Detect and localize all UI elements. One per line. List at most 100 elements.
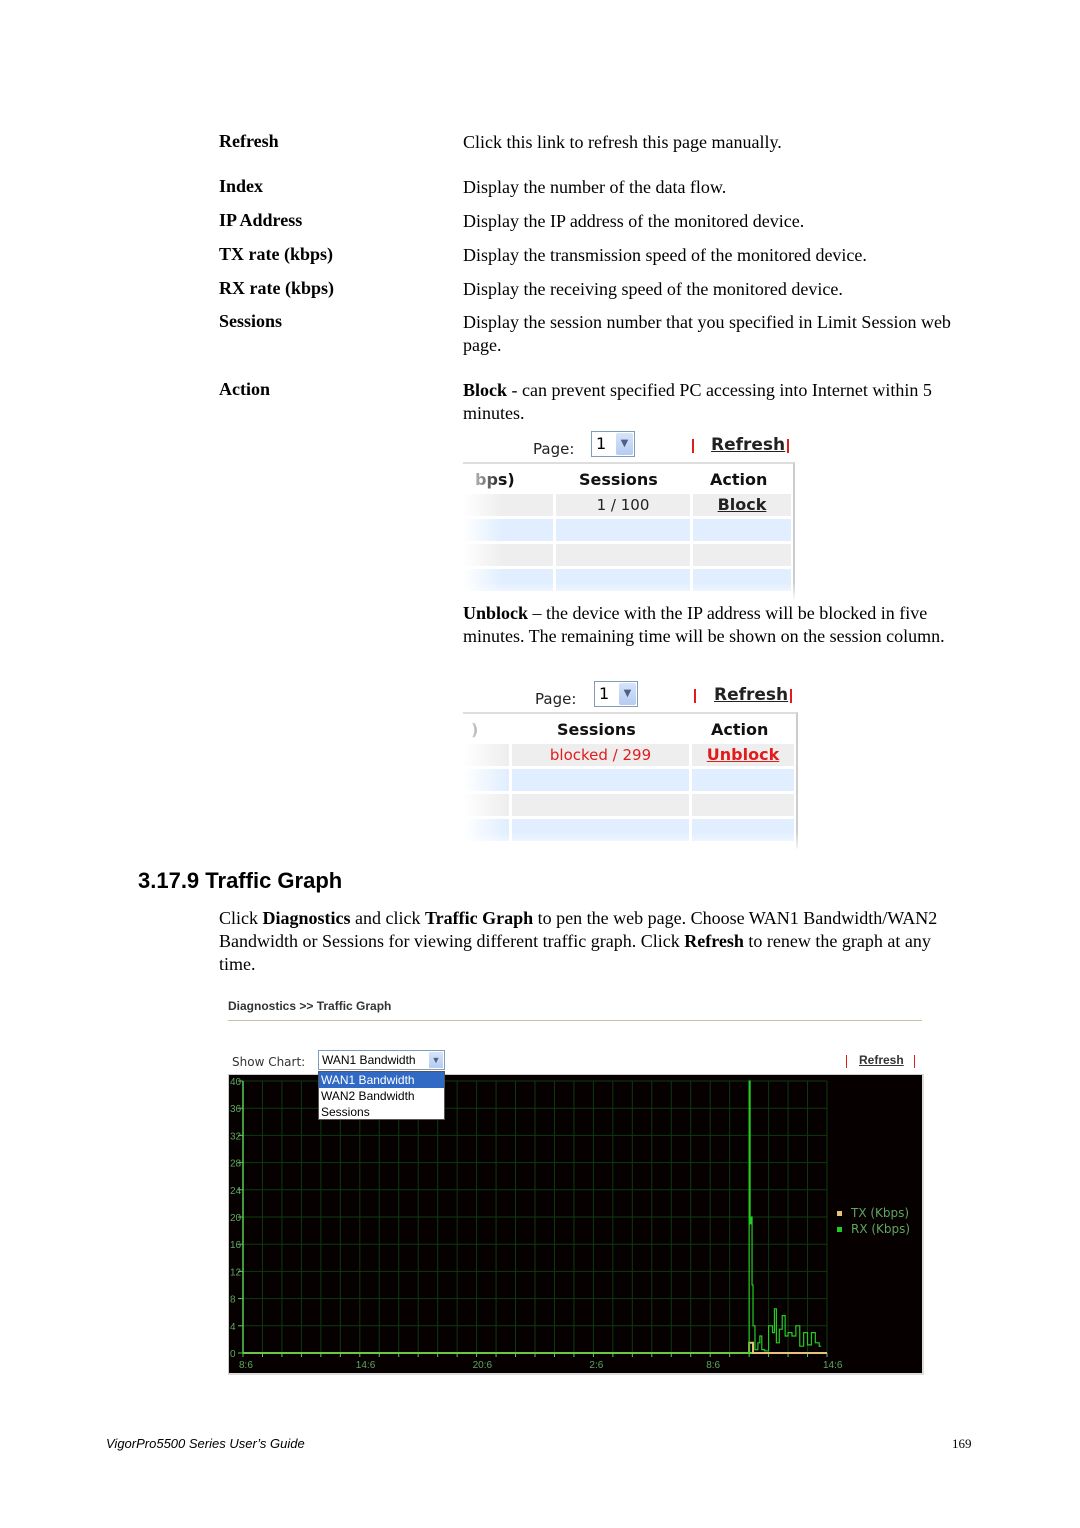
option-wan2[interactable]: WAN2 Bandwidth <box>319 1088 444 1104</box>
definition-term: Action <box>219 379 270 399</box>
separator <box>694 689 696 703</box>
selected-value: WAN1 Bandwidth <box>322 1053 416 1067</box>
cell <box>693 519 791 541</box>
definition-text: Display the number of the data flow. <box>463 177 727 197</box>
emphasis: Traffic Graph <box>425 908 534 928</box>
page-select[interactable]: 1 ▼ <box>594 681 638 707</box>
separator <box>790 689 792 703</box>
fade-overlay <box>463 714 508 849</box>
sessions-value: blocked / 299 <box>512 744 689 766</box>
x-tick-label: 2:6 <box>589 1360 603 1371</box>
definition-description: Display the receiving speed of the monit… <box>463 278 973 301</box>
fade-overlay <box>463 464 503 599</box>
text: Click <box>219 908 263 928</box>
column-header-sessions: Sessions <box>557 720 636 739</box>
unblock-description: Unblock – the device with the IP address… <box>463 602 973 648</box>
definition-description: Display the session number that you spec… <box>463 311 973 357</box>
definition-term: Index <box>219 176 264 196</box>
emphasis: Diagnostics <box>262 908 351 928</box>
definition-bold: Block <box>463 380 508 400</box>
y-tick-label: 28 <box>230 1159 242 1170</box>
definition-description: Display the IP address of the monitored … <box>463 210 973 233</box>
separator <box>692 439 694 453</box>
definition-text: Click this link to refresh this page man… <box>463 132 782 152</box>
unblock-link[interactable]: Unblock <box>692 744 794 766</box>
x-tick-label: 14:6 <box>356 1360 376 1371</box>
separator <box>914 1055 915 1068</box>
definition-description: Block - can prevent specified PC accessi… <box>463 379 973 425</box>
show-chart-label: Show Chart: <box>232 1055 306 1069</box>
y-tick-label: 4 <box>230 1322 236 1333</box>
cell <box>692 769 794 791</box>
y-tick-label: 36 <box>230 1104 242 1115</box>
definition-term: TX rate (kbps) <box>219 244 334 264</box>
definition-term: Refresh <box>219 131 279 151</box>
page-select[interactable]: 1 ▼ <box>591 431 635 457</box>
screenshot-unblock: Page: 1 ▼ Refresh ) Sessions Action bloc… <box>463 678 803 853</box>
fade-overlay <box>463 582 795 602</box>
fade-overlay <box>463 832 798 852</box>
x-tick-label: 20:6 <box>473 1360 493 1371</box>
session-table: ) Sessions Action blocked / 299 Unblock <box>463 712 798 852</box>
x-tick-label: 8:6 <box>706 1360 720 1371</box>
y-tick-label: 12 <box>230 1267 242 1278</box>
y-tick-label: 24 <box>230 1186 242 1197</box>
page-label: Page: <box>535 690 577 708</box>
divider <box>228 1020 922 1021</box>
definition-term: Sessions <box>219 311 283 331</box>
unblock-text: – the device with the IP address will be… <box>463 603 945 646</box>
x-tick-label: 14:6 <box>823 1360 843 1371</box>
cell <box>556 544 690 566</box>
refresh-link[interactable]: Refresh <box>711 435 785 455</box>
legend-swatch-tx <box>837 1211 842 1216</box>
session-table: bps) Sessions Action 1 / 100 Block <box>463 462 795 602</box>
refresh-link[interactable]: Refresh <box>714 685 788 705</box>
definition-text: - can prevent specified PC accessing int… <box>463 380 932 423</box>
y-tick-label: 40 <box>230 1077 242 1088</box>
definition-description: Display the number of the data flow. <box>463 176 973 199</box>
chevron-down-icon: ▼ <box>429 1052 443 1068</box>
sessions-value: 1 / 100 <box>556 494 690 516</box>
separator <box>846 1055 847 1068</box>
column-header-action: Action <box>710 470 768 489</box>
definition-text: Display the receiving speed of the monit… <box>463 279 843 299</box>
y-tick-label: 20 <box>230 1213 242 1224</box>
show-chart-select[interactable]: WAN1 Bandwidth ▼ <box>318 1050 445 1070</box>
definition-description: Display the transmission speed of the mo… <box>463 244 973 267</box>
emphasis: Refresh <box>684 931 744 951</box>
cell <box>693 544 791 566</box>
page-label: Page: <box>533 440 575 458</box>
breadcrumb: Diagnostics >> Traffic Graph <box>228 999 392 1013</box>
definition-description: Click this link to refresh this page man… <box>463 131 973 154</box>
unblock-term: Unblock <box>463 603 529 623</box>
definition-text: Display the IP address of the monitored … <box>463 211 805 231</box>
screenshot-block: Page: 1 ▼ Refresh bps) Sessions Action 1… <box>463 428 803 603</box>
column-header-sessions: Sessions <box>579 470 658 489</box>
y-tick-label: 8 <box>230 1295 236 1306</box>
y-tick-label: 0 <box>230 1349 236 1360</box>
legend-label-tx: TX (Kbps) <box>850 1206 909 1220</box>
definition-term: IP Address <box>219 210 303 230</box>
cell <box>512 794 689 816</box>
section-paragraph: Click Diagnostics and click Traffic Grap… <box>219 907 969 976</box>
page-number: 169 <box>952 1436 972 1451</box>
definition-text: Display the transmission speed of the mo… <box>463 245 867 265</box>
column-header-action: Action <box>711 720 769 739</box>
section-heading: 3.17.9 Traffic Graph <box>138 868 343 893</box>
definition-term: RX rate (kbps) <box>219 278 334 298</box>
y-tick-label: 32 <box>230 1131 242 1142</box>
x-tick-label: 8:6 <box>239 1360 253 1371</box>
chart-dropdown: WAN1 Bandwidth WAN2 Bandwidth Sessions <box>318 1071 445 1120</box>
block-link[interactable]: Block <box>693 494 791 516</box>
page-value: 1 <box>599 684 610 703</box>
legend-swatch-rx <box>837 1227 842 1232</box>
legend-label-rx: RX (Kbps) <box>851 1222 910 1236</box>
option-sessions[interactable]: Sessions <box>319 1104 444 1120</box>
y-tick-label: 16 <box>230 1240 242 1251</box>
cell <box>692 794 794 816</box>
definition-text: Display the session number that you spec… <box>463 312 951 355</box>
page-value: 1 <box>596 434 607 453</box>
option-wan1[interactable]: WAN1 Bandwidth <box>319 1072 444 1088</box>
chevron-down-icon: ▼ <box>619 683 636 705</box>
refresh-link[interactable]: Refresh <box>859 1053 904 1067</box>
